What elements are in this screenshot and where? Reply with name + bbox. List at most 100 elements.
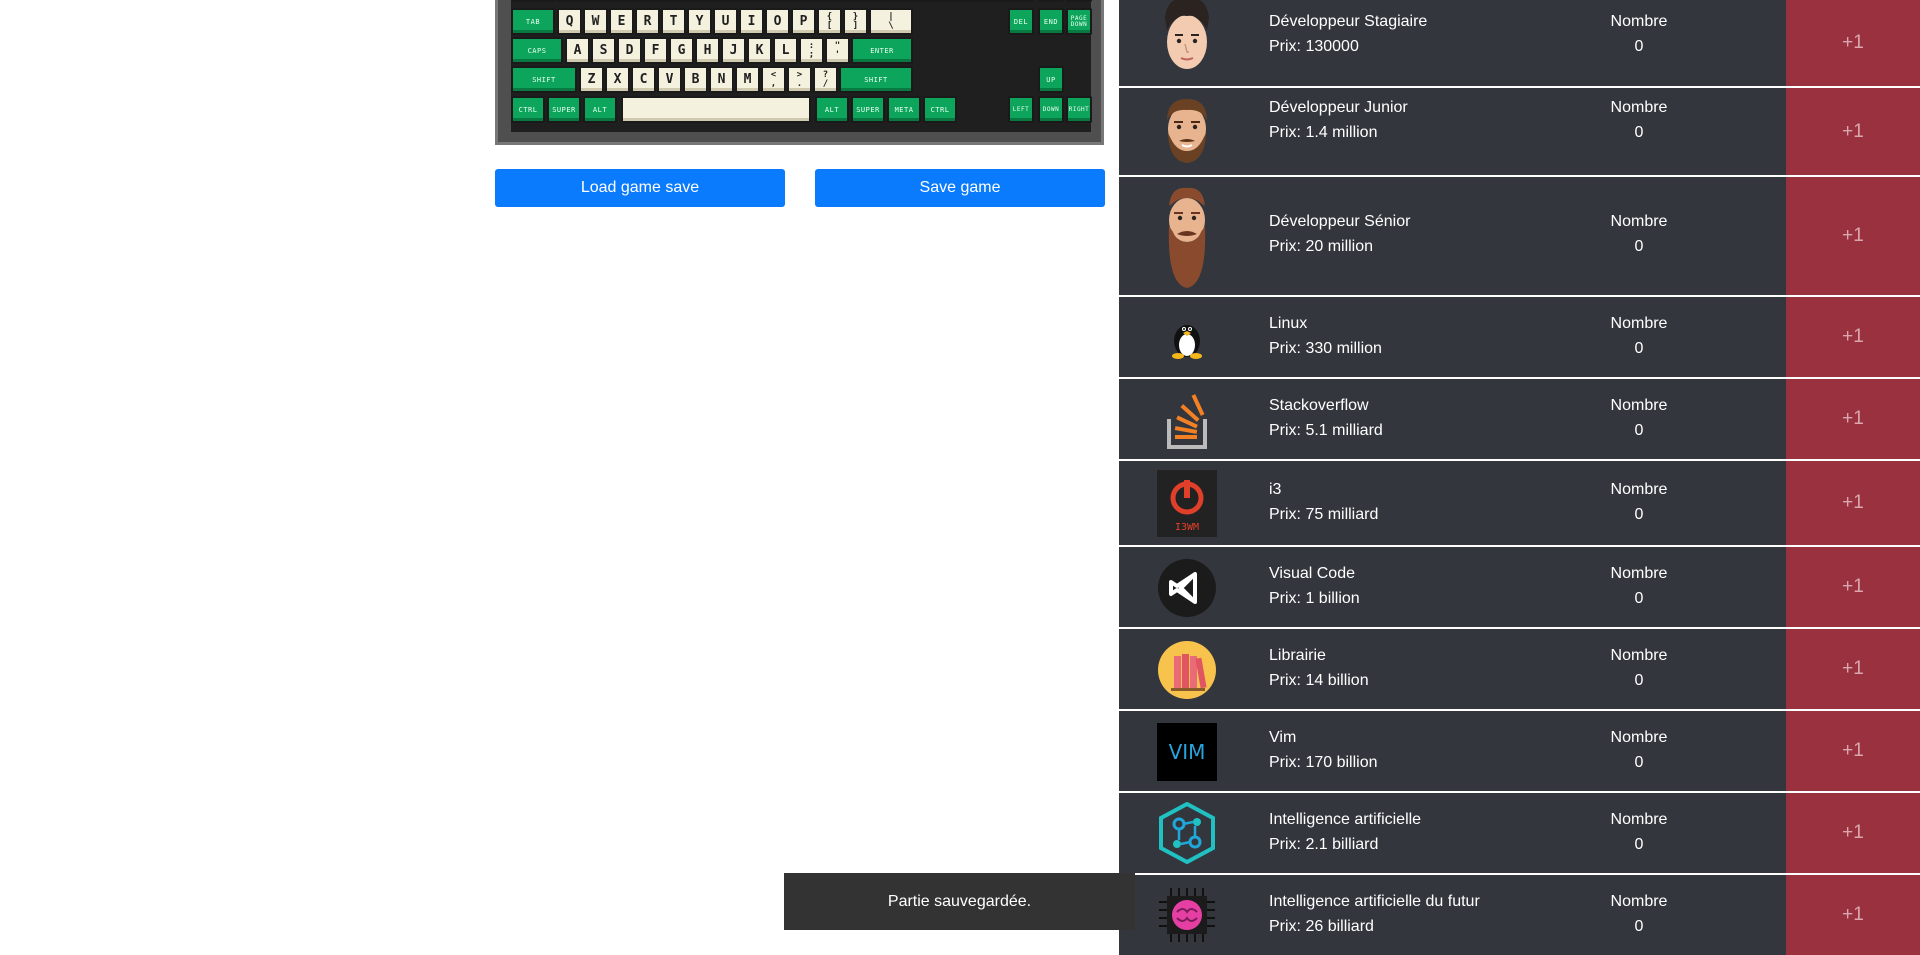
store-item-i3: I3WM i3 Prix: 75 milliard Nombre 0 +1 [1119, 461, 1920, 545]
store-item-senior: Développeur Sénior Prix: 20 million Nomb… [1119, 177, 1920, 295]
item-count: 0 [1634, 672, 1644, 689]
save-confirmation-toast: Partie sauvegardée. [784, 873, 1135, 930]
key-quote: " ' [825, 37, 850, 64]
item-price: Prix: 130000 [1269, 38, 1359, 55]
store-item-ai-future: Intelligence artificielle du futur Prix:… [1119, 875, 1920, 955]
key-pageup [1066, 0, 1092, 2]
buy-visual-code-button[interactable]: +1 [1786, 547, 1920, 627]
key-slash: ? / [813, 66, 838, 93]
item-count-label: Nombre [1610, 481, 1668, 498]
key-alt-right: ALT [815, 96, 849, 123]
key-pagedown: PAGE DOWN [1066, 8, 1092, 35]
save-game-button[interactable]: Save game [815, 169, 1105, 207]
key-l: L [773, 37, 798, 64]
key-insert [1008, 0, 1034, 2]
key-meta: META [887, 96, 921, 123]
key-shift-left: SHIFT [511, 66, 577, 93]
key-shift-right: SHIFT [839, 66, 913, 93]
store-item-ai: Intelligence artificielle Prix: 2.1 bill… [1119, 793, 1920, 873]
key-w: W [583, 8, 608, 35]
item-count: 0 [1634, 754, 1644, 771]
item-name: Intelligence artificielle du futur [1269, 893, 1480, 910]
key-s: S [591, 37, 616, 64]
key-o: O [765, 8, 790, 35]
i3wm-icon: I3WM [1157, 470, 1217, 537]
item-count-label: Nombre [1610, 729, 1668, 746]
buy-intern-button[interactable]: +1 [1786, 0, 1920, 86]
key-left-brace: { [ [817, 8, 842, 35]
key-e: E [609, 8, 634, 35]
store-item-stackoverflow: Stackoverflow Prix: 5.1 milliard Nombre … [1119, 379, 1920, 459]
item-price: Prix: 14 billion [1269, 672, 1369, 689]
buy-ai-future-button[interactable]: +1 [1786, 875, 1920, 955]
item-count: 0 [1634, 340, 1644, 357]
key-alt-left: ALT [583, 96, 617, 123]
item-name: Stackoverflow [1269, 397, 1369, 414]
key-j: J [721, 37, 746, 64]
item-name: Intelligence artificielle [1269, 811, 1422, 828]
upgrade-store: Développeur Stagiaire Prix: 130000 Nombr… [1119, 0, 1920, 955]
key-d: D [617, 37, 642, 64]
keyboard-image: TAB Q W E R T Y U I O P { [ } ] | \ DEL … [495, 0, 1104, 145]
key-super-right: SUPER [851, 96, 885, 123]
key-backslash: | \ [869, 8, 913, 35]
item-count: 0 [1634, 38, 1644, 55]
ai-network-icon [1159, 802, 1215, 864]
item-count: 0 [1634, 506, 1644, 523]
buy-librairie-button[interactable]: +1 [1786, 629, 1920, 709]
item-name: Vim [1269, 729, 1297, 746]
item-count-label: Nombre [1610, 811, 1668, 828]
load-game-save-button[interactable]: Load game save [495, 169, 785, 207]
key-r: R [635, 8, 660, 35]
key-space [621, 96, 811, 123]
buy-senior-button[interactable]: +1 [1786, 177, 1920, 295]
key-enter: ENTER [851, 37, 913, 64]
junior-face-icon [1167, 99, 1207, 163]
key-right-brace: } ] [843, 8, 868, 35]
buy-ai-button[interactable]: +1 [1786, 793, 1920, 873]
buy-stackoverflow-button[interactable]: +1 [1786, 379, 1920, 459]
key-ctrl-left: CTRL [511, 96, 545, 123]
item-count-label: Nombre [1610, 99, 1668, 116]
item-count-label: Nombre [1610, 893, 1668, 910]
toast-message: Partie sauvegardée. [887, 892, 1032, 910]
item-price: Prix: 1.4 million [1269, 124, 1378, 141]
item-name: Visual Code [1269, 565, 1355, 582]
item-count: 0 [1634, 124, 1644, 141]
key-a: A [565, 37, 590, 64]
key-n: N [709, 66, 734, 93]
key-down: DOWN [1038, 96, 1064, 123]
store-item-vim: VIM Vim Prix: 170 billion Nombre 0 +1 [1119, 711, 1920, 791]
buy-i3-button[interactable]: +1 [1786, 461, 1920, 545]
buy-linux-button[interactable]: +1 [1786, 297, 1920, 377]
tux-penguin-icon [1172, 325, 1202, 359]
key-ctrl-right: CTRL [923, 96, 957, 123]
key-k: K [747, 37, 772, 64]
key-period: > . [787, 66, 812, 93]
store-item-linux: Linux Prix: 330 million Nombre 0 +1 [1119, 297, 1920, 377]
key-left: LEFT [1008, 96, 1034, 123]
key-q: Q [557, 8, 582, 35]
key-v: V [657, 66, 682, 93]
item-price: Prix: 1 billion [1269, 590, 1360, 607]
item-count-label: Nombre [1610, 565, 1668, 582]
item-name: Développeur Junior [1269, 99, 1408, 116]
key-u: U [713, 8, 738, 35]
key-z: Z [579, 66, 604, 93]
key-p: P [791, 8, 816, 35]
key-g: G [669, 37, 694, 64]
item-price: Prix: 5.1 milliard [1269, 422, 1383, 439]
key-m: M [735, 66, 760, 93]
buy-junior-button[interactable]: +1 [1786, 88, 1920, 175]
item-count-label: Nombre [1610, 213, 1668, 230]
key-tab: TAB [511, 8, 555, 35]
buy-vim-button[interactable]: +1 [1786, 711, 1920, 791]
item-price: Prix: 330 million [1269, 340, 1382, 357]
vim-icon: VIM [1157, 723, 1217, 781]
item-name: i3 [1269, 481, 1282, 498]
key-delete: DEL [1008, 8, 1034, 35]
ai-brain-chip-icon [1159, 888, 1215, 942]
key-backquote [511, 0, 555, 2]
key-f: F [643, 37, 668, 64]
i3wm-logo-text: I3WM [1175, 522, 1199, 533]
